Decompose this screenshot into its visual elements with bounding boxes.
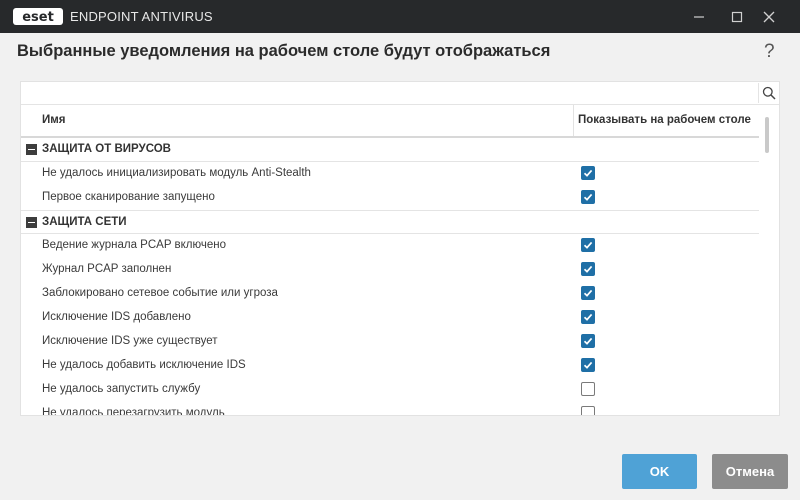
show-on-desktop-checkbox[interactable] bbox=[581, 190, 595, 204]
column-show-on-desktop[interactable]: Показывать на рабочем столе bbox=[578, 114, 751, 126]
column-divider[interactable] bbox=[573, 105, 574, 136]
list-item: Не удалось инициализировать модуль Anti-… bbox=[21, 162, 759, 186]
show-on-desktop-checkbox[interactable] bbox=[581, 334, 595, 348]
item-label: Не удалось перезагрузить модуль bbox=[42, 407, 225, 416]
minimize-button[interactable] bbox=[682, 0, 716, 33]
show-on-desktop-checkbox[interactable] bbox=[581, 286, 595, 300]
checkmark-icon bbox=[583, 289, 593, 297]
dialog-heading: Выбранные уведомления на рабочем столе б… bbox=[17, 42, 551, 60]
maximize-button[interactable] bbox=[720, 0, 754, 33]
minimize-icon bbox=[694, 15, 704, 18]
ok-button[interactable]: OK bbox=[622, 454, 697, 489]
list-item: Не удалось запустить службу bbox=[21, 378, 759, 402]
show-on-desktop-checkbox[interactable] bbox=[581, 310, 595, 324]
close-button[interactable] bbox=[752, 0, 786, 33]
search-row bbox=[21, 82, 779, 105]
collapse-icon[interactable] bbox=[26, 217, 37, 228]
checkmark-icon bbox=[583, 193, 593, 201]
close-icon bbox=[763, 11, 775, 22]
svg-text:eset: eset bbox=[22, 10, 54, 25]
item-label: Не удалось добавить исключение IDS bbox=[42, 359, 246, 371]
show-on-desktop-checkbox[interactable] bbox=[581, 262, 595, 276]
show-on-desktop-checkbox[interactable] bbox=[581, 358, 595, 372]
list-item: Исключение IDS добавлено bbox=[21, 306, 759, 330]
list-item: Журнал PCAP заполнен bbox=[21, 258, 759, 282]
list-item: Не удалось добавить исключение IDS bbox=[21, 354, 759, 378]
help-icon[interactable]: ? bbox=[764, 41, 775, 63]
table-header: Имя Показывать на рабочем столе bbox=[21, 105, 759, 138]
show-on-desktop-checkbox[interactable] bbox=[581, 382, 595, 396]
item-label: Исключение IDS добавлено bbox=[42, 311, 191, 323]
item-label: Не удалось инициализировать модуль Anti-… bbox=[42, 167, 311, 179]
collapse-icon[interactable] bbox=[26, 144, 37, 155]
item-label: Исключение IDS уже существует bbox=[42, 335, 218, 347]
checkmark-icon bbox=[583, 361, 593, 369]
checkmark-icon bbox=[583, 169, 593, 177]
notification-list: ЗАЩИТА ОТ ВИРУСОВ Не удалось инициализиро… bbox=[21, 138, 759, 416]
group-row[interactable]: ЗАЩИТА ОТ ВИРУСОВ bbox=[21, 138, 759, 162]
checkmark-icon bbox=[583, 241, 593, 249]
maximize-icon bbox=[731, 11, 743, 22]
item-label: Ведение журнала PCAP включено bbox=[42, 239, 226, 251]
group-label: ЗАЩИТА ОТ ВИРУСОВ bbox=[42, 143, 171, 155]
title-bar: eset ENDPOINT ANTIVIRUS bbox=[0, 0, 800, 33]
show-on-desktop-checkbox[interactable] bbox=[581, 406, 595, 415]
search-icon bbox=[762, 86, 776, 100]
list-item: Первое сканирование запущено bbox=[21, 186, 759, 210]
item-label: Заблокировано сетевое событие или угроза bbox=[42, 287, 278, 299]
group-label: ЗАЩИТА СЕТИ bbox=[42, 216, 127, 228]
item-label: Журнал PCAP заполнен bbox=[42, 263, 172, 275]
show-on-desktop-checkbox[interactable] bbox=[581, 238, 595, 252]
app-title: ENDPOINT ANTIVIRUS bbox=[70, 9, 213, 24]
checkmark-icon bbox=[583, 265, 593, 273]
item-label: Первое сканирование запущено bbox=[42, 191, 215, 203]
list-item: Ведение журнала PCAP включено bbox=[21, 234, 759, 258]
scrollbar[interactable] bbox=[765, 117, 769, 153]
item-label: Не удалось запустить службу bbox=[42, 383, 201, 395]
search-input[interactable] bbox=[21, 82, 756, 103]
list-item: Заблокировано сетевое событие или угроза bbox=[21, 282, 759, 306]
notifications-panel: Имя Показывать на рабочем столе ЗАЩИТА О… bbox=[20, 81, 780, 416]
checkmark-icon bbox=[583, 313, 593, 321]
group-row[interactable]: ЗАЩИТА СЕТИ bbox=[21, 210, 759, 234]
column-name[interactable]: Имя bbox=[42, 114, 65, 126]
show-on-desktop-checkbox[interactable] bbox=[581, 166, 595, 180]
search-button[interactable] bbox=[758, 83, 779, 103]
eset-logo: eset bbox=[13, 8, 63, 25]
list-item: Исключение IDS уже существует bbox=[21, 330, 759, 354]
cancel-button[interactable]: Отмена bbox=[712, 454, 788, 489]
list-item: Не удалось перезагрузить модуль bbox=[21, 402, 759, 416]
checkmark-icon bbox=[583, 337, 593, 345]
